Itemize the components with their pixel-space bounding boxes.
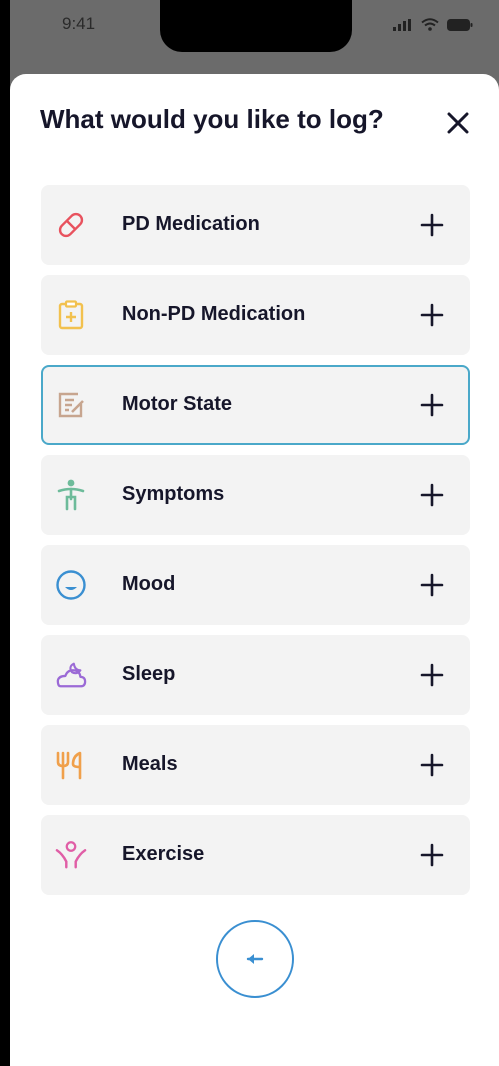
battery-icon [447, 18, 473, 31]
plus-icon[interactable] [420, 393, 444, 417]
status-time: 9:41 [62, 14, 96, 33]
signal-icon [393, 18, 411, 31]
log-sheet: What would you like to log? PD Medicatio… [10, 74, 499, 1066]
status-bar: 9:41 [10, 0, 499, 52]
person-arms-up-icon [55, 839, 87, 871]
plus-icon[interactable] [420, 303, 444, 327]
plus-icon[interactable] [420, 663, 444, 687]
phone-screen: 9:41 What would you like to log? PD Medi… [10, 0, 499, 1066]
status-icons [393, 18, 473, 31]
utensils-icon [55, 749, 87, 781]
log-item-mood[interactable]: Mood [41, 545, 470, 625]
notch [160, 0, 352, 52]
moon-cloud-icon [55, 659, 87, 691]
close-button[interactable] [445, 110, 471, 136]
plus-icon[interactable] [420, 213, 444, 237]
log-item-label: PD Medication [122, 213, 260, 235]
log-item-label: Non-PD Medication [122, 303, 306, 325]
log-item-label: Exercise [122, 843, 205, 865]
close-icon [447, 112, 469, 134]
note-edit-icon [55, 389, 87, 421]
log-item-exercise[interactable]: Exercise [41, 815, 470, 895]
plus-icon[interactable] [420, 753, 444, 777]
body-icon [55, 479, 87, 511]
log-item-label: Symptoms [122, 483, 225, 505]
log-item-non-pd-medication[interactable]: Non-PD Medication [41, 275, 470, 355]
plus-icon[interactable] [420, 573, 444, 597]
log-item-label: Motor State [122, 393, 232, 415]
log-item-symptoms[interactable]: Symptoms [41, 455, 470, 535]
log-item-label: Sleep [122, 663, 176, 685]
log-item-motor-state[interactable]: Motor State [41, 365, 470, 445]
log-item-sleep[interactable]: Sleep [41, 635, 470, 715]
wifi-icon [421, 18, 439, 31]
log-item-label: Mood [122, 573, 176, 595]
arrow-left-icon [246, 954, 264, 964]
plus-icon[interactable] [420, 843, 444, 867]
face-icon [55, 569, 87, 601]
log-item-meals[interactable]: Meals [41, 725, 470, 805]
log-options-list: PD Medication Non-PD Medication Motor St… [41, 185, 470, 905]
plus-icon[interactable] [420, 483, 444, 507]
sheet-title: What would you like to log? [40, 104, 384, 134]
log-item-label: Meals [122, 753, 178, 775]
back-button[interactable] [216, 920, 294, 998]
clipboard-plus-icon [55, 299, 87, 331]
pill-icon [55, 209, 87, 241]
log-item-pd-medication[interactable]: PD Medication [41, 185, 470, 265]
